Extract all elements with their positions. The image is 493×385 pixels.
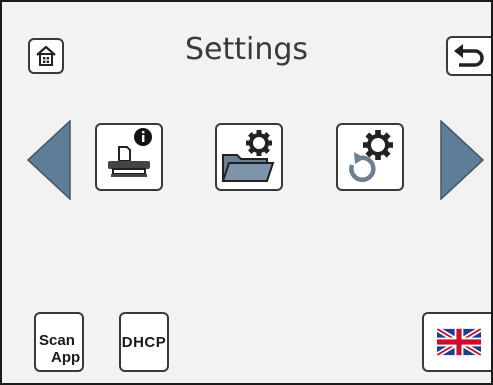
folder-settings-button[interactable] [215, 123, 283, 191]
settings-screen: Settings Scan App DHCP [0, 0, 493, 385]
scanner-info-button[interactable] [95, 123, 163, 191]
page-title: Settings [184, 32, 309, 67]
scan-app-button[interactable]: Scan App [34, 312, 84, 372]
back-arrow-icon [454, 44, 484, 67]
scan-app-label-line1: Scan [39, 332, 75, 349]
scanner-info-icon [108, 128, 152, 177]
reset-settings-icon [349, 130, 393, 182]
scan-app-label: Scan App [36, 314, 82, 370]
dhcp-button[interactable]: DHCP [119, 312, 169, 372]
triangle-right-icon[interactable] [439, 120, 485, 200]
uk-flag-icon [437, 328, 481, 356]
reset-settings-button[interactable] [336, 123, 404, 191]
folder-settings-icon [221, 130, 275, 182]
triangle-left-icon[interactable] [26, 120, 72, 200]
dhcp-label: DHCP [121, 333, 167, 351]
back-button[interactable] [446, 36, 491, 76]
language-button[interactable] [422, 312, 491, 372]
scan-app-label-line2: App [51, 349, 81, 366]
